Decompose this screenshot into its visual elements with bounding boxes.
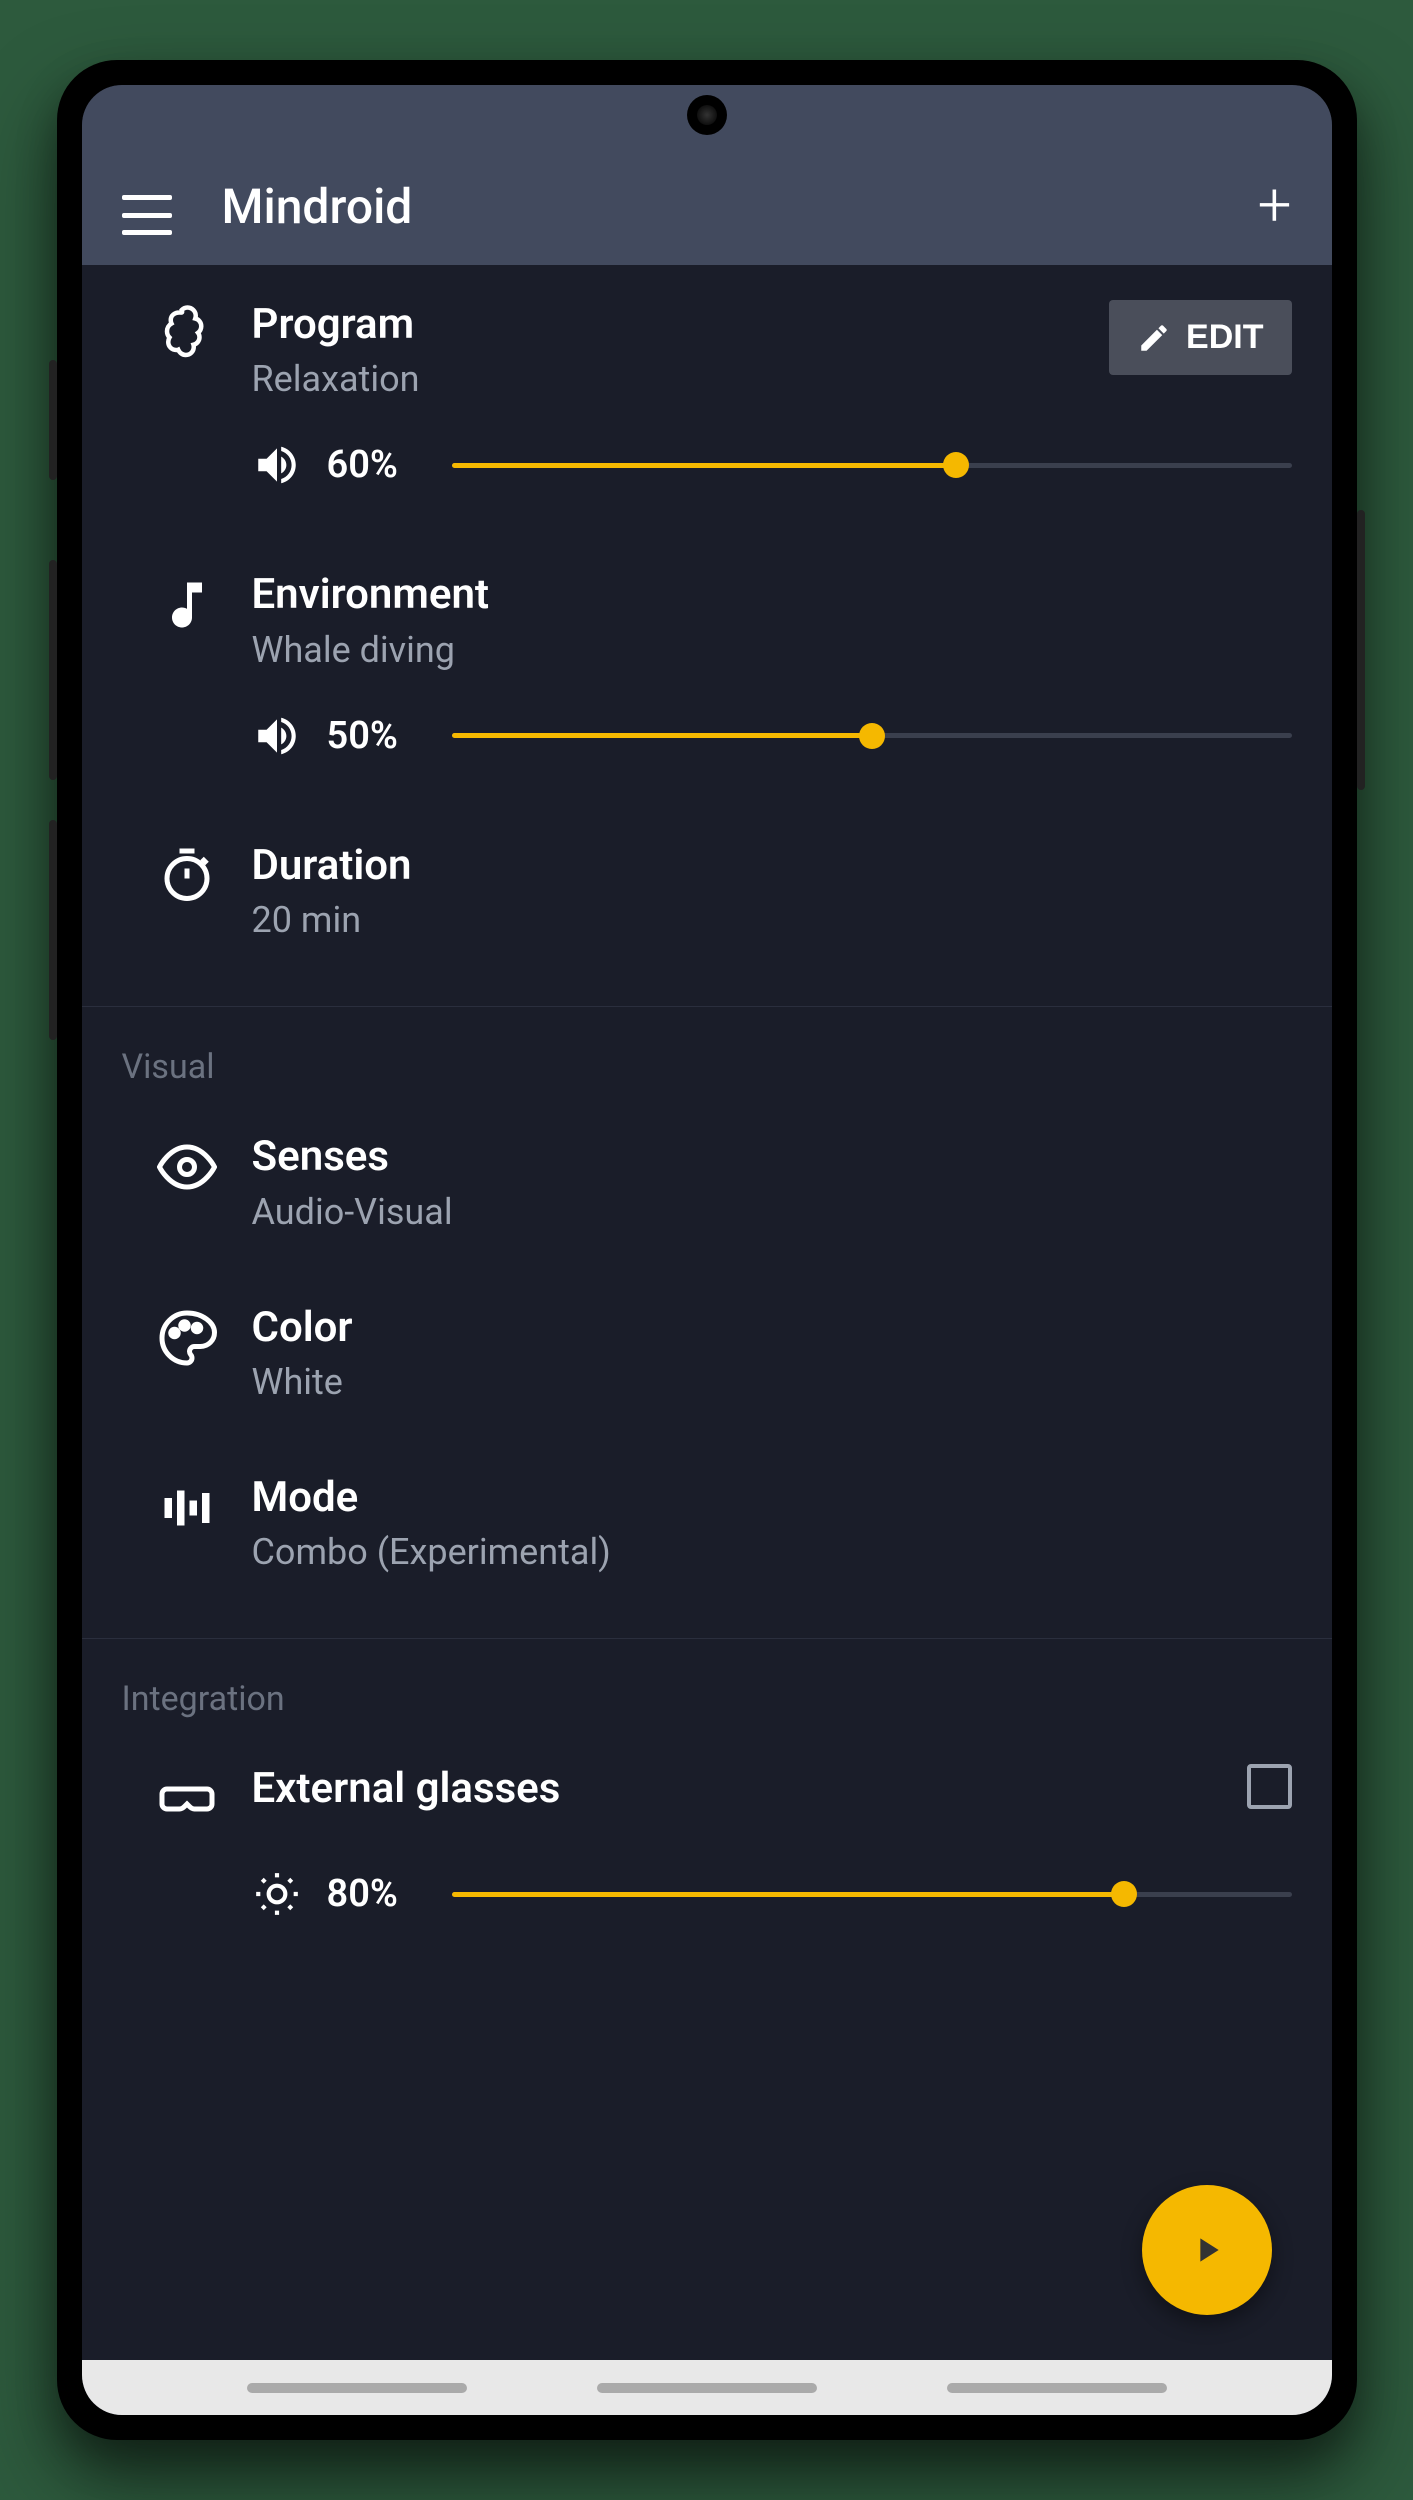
side-button [1357,510,1365,790]
environment-volume-value: 50% [327,714,427,758]
program-volume-slider[interactable] [452,445,1292,485]
mode-row[interactable]: Mode Combo (Experimental) [82,1438,1332,1618]
volume-icon [252,440,302,490]
program-value: Relaxation [252,358,1110,400]
brain-icon [157,305,217,365]
side-button [49,560,57,780]
screen: Mindroid + Program Relaxation [82,85,1332,2415]
play-fab[interactable] [1142,2185,1272,2315]
program-volume-value: 60% [327,443,427,487]
color-row[interactable]: Color White [82,1268,1332,1438]
nav-pill[interactable] [247,2383,467,2393]
palette-icon [157,1308,217,1368]
color-label: Color [252,1303,1292,1353]
eye-icon [157,1137,217,1197]
program-row[interactable]: Program Relaxation EDIT [82,265,1332,400]
environment-value: Whale diving [252,629,1292,671]
android-nav-bar [82,2360,1332,2415]
stopwatch-icon [157,846,217,906]
glasses-row[interactable]: External glasses [82,1729,1332,1829]
integration-section-header: Integration [82,1639,1332,1729]
glasses-brightness-value: 80% [327,1872,427,1916]
phone-frame: Mindroid + Program Relaxation [57,60,1357,2440]
senses-row[interactable]: Senses Audio-Visual [82,1097,1332,1267]
duration-row[interactable]: Duration 20 min [82,806,1332,986]
duration-value: 20 min [252,899,1292,941]
goggles-icon [157,1769,217,1829]
nav-pill[interactable] [947,2383,1167,2393]
mode-label: Mode [252,1473,1292,1523]
glasses-checkbox[interactable] [1247,1764,1292,1809]
front-camera [687,95,727,135]
music-note-icon [157,575,217,635]
glasses-brightness-row: 80% [82,1829,1332,1999]
color-value: White [252,1361,1292,1403]
glasses-brightness-slider[interactable] [452,1874,1292,1914]
side-button [49,360,57,480]
content-scroll[interactable]: Program Relaxation EDIT 60% [82,265,1332,2415]
volume-icon [252,711,302,761]
edit-button[interactable]: EDIT [1109,300,1291,375]
menu-icon[interactable] [122,195,172,235]
app-title: Mindroid [222,178,1258,235]
visual-section-header: Visual [82,1007,1332,1097]
nav-pill[interactable] [597,2383,817,2393]
side-button [49,820,57,1040]
senses-value: Audio-Visual [252,1191,1292,1233]
pencil-icon [1137,321,1171,355]
program-label: Program [252,300,1110,350]
environment-volume-slider[interactable] [452,716,1292,756]
bars-icon [157,1478,217,1538]
environment-row[interactable]: Environment Whale diving [82,535,1332,670]
mode-value: Combo (Experimental) [252,1531,1292,1573]
duration-label: Duration [252,841,1292,891]
brightness-icon [252,1869,302,1919]
play-icon [1187,2230,1227,2270]
add-button[interactable]: + [1258,175,1292,235]
senses-label: Senses [252,1132,1292,1182]
environment-label: Environment [252,570,1292,620]
program-volume-row: 60% [82,400,1332,535]
glasses-label: External glasses [252,1764,1247,1814]
environment-volume-row: 50% [82,671,1332,806]
